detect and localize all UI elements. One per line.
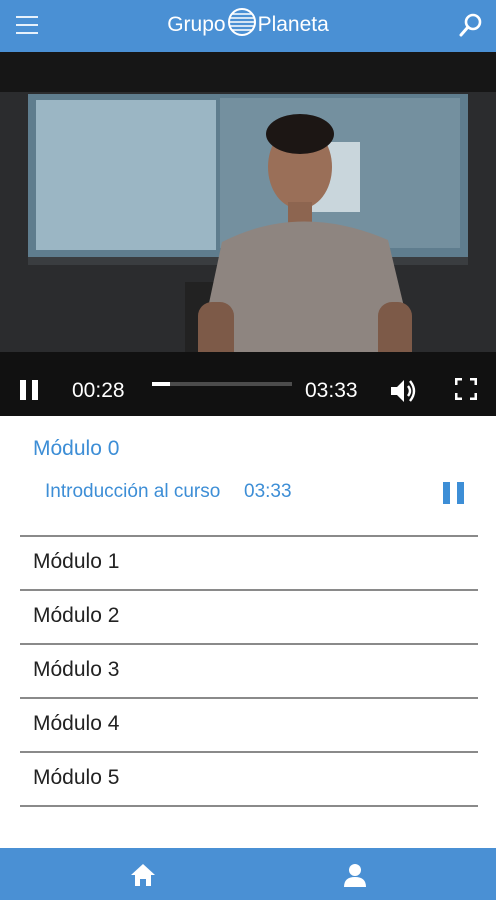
brand-text-right: Planeta	[257, 13, 329, 36]
brand-logo: Grupo Planeta	[0, 8, 496, 42]
module-item-1[interactable]: Módulo 1	[20, 535, 478, 589]
lesson-duration: 03:33	[244, 481, 292, 502]
player-controls: 00:28 03:33	[0, 370, 496, 416]
fullscreen-icon[interactable]	[455, 378, 477, 400]
home-icon[interactable]	[130, 863, 156, 887]
lesson-title[interactable]: Introducción al curso	[45, 478, 225, 505]
module-label: Módulo 4	[33, 712, 120, 735]
module-list: Módulo 1 Módulo 2 Módulo 3 Módulo 4 Módu…	[20, 535, 478, 807]
brand-text-left: Grupo	[167, 13, 226, 36]
module-label: Módulo 3	[33, 658, 120, 681]
pause-icon[interactable]	[20, 380, 40, 402]
module-label: Módulo 5	[33, 766, 120, 789]
module-label: Módulo 2	[33, 604, 120, 627]
search-icon[interactable]	[458, 12, 484, 38]
bottom-nav	[0, 848, 496, 900]
current-time: 00:28	[72, 379, 125, 402]
module-item-3[interactable]: Módulo 3	[20, 643, 478, 697]
video-frame	[0, 52, 496, 416]
module-item-4[interactable]: Módulo 4	[20, 697, 478, 751]
top-app-bar: Grupo Planeta	[0, 0, 496, 52]
module-label: Módulo 1	[33, 550, 120, 573]
globe-logo-icon	[227, 8, 256, 37]
total-time: 03:33	[305, 379, 358, 402]
seek-bar[interactable]	[152, 382, 292, 386]
user-icon[interactable]	[343, 863, 367, 887]
module-item-2[interactable]: Módulo 2	[20, 589, 478, 643]
lesson-pause-icon[interactable]	[443, 482, 465, 504]
volume-icon[interactable]	[388, 376, 418, 406]
module-item-5[interactable]: Módulo 5	[20, 751, 478, 807]
active-module-title[interactable]: Módulo 0	[33, 436, 119, 462]
video-player[interactable]: 00:28 03:33	[0, 52, 496, 416]
seek-progress	[152, 382, 171, 386]
